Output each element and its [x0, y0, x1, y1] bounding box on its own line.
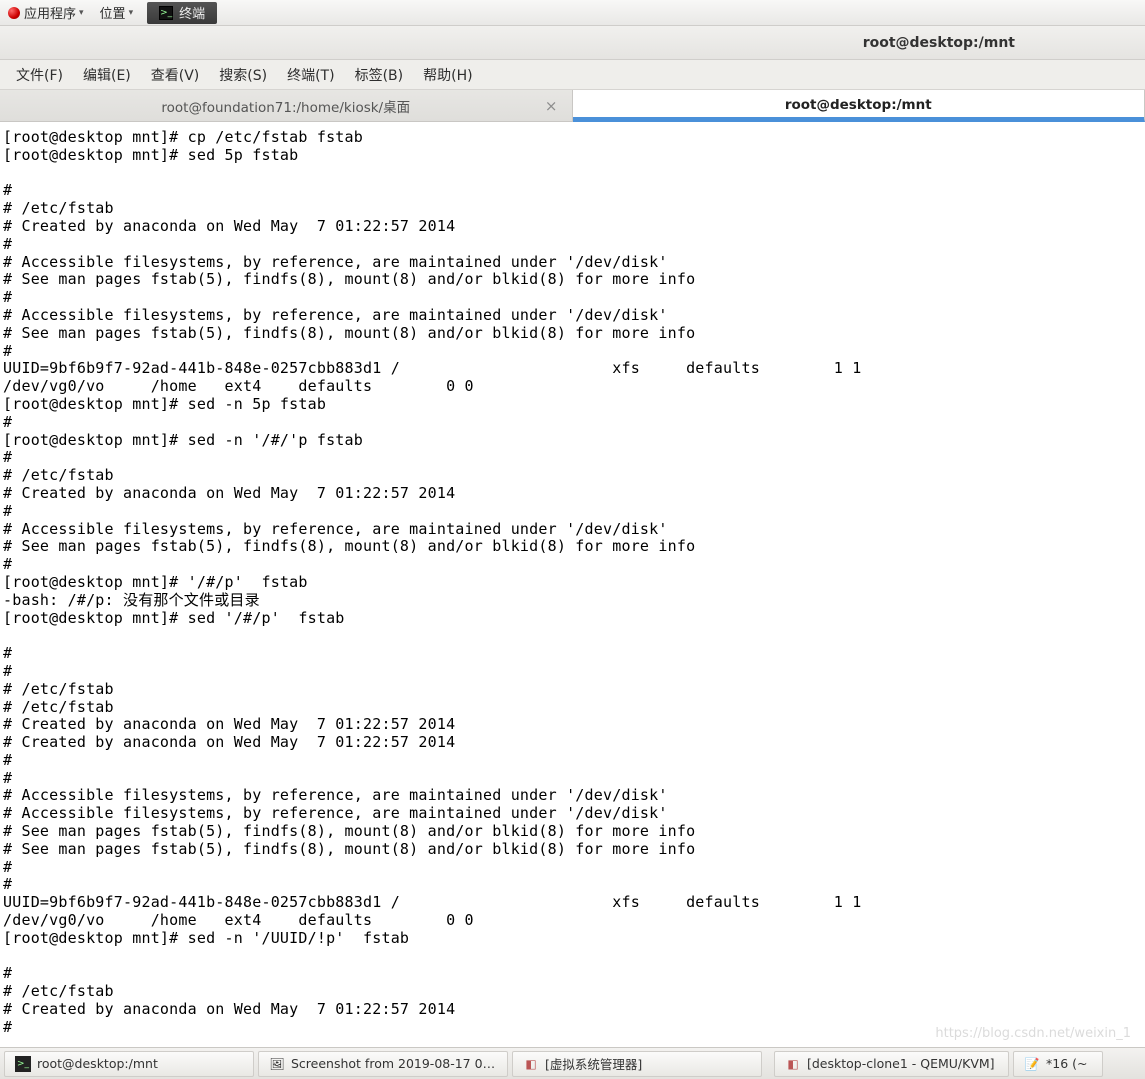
places-menu[interactable]: 位置 ▾ [92, 0, 142, 25]
menu-terminal[interactable]: 终端(T) [277, 65, 344, 85]
vm-icon: ◧ [523, 1056, 539, 1072]
menu-view[interactable]: 查看(V) [141, 65, 210, 85]
applications-menu[interactable]: 应用程序 ▾ [0, 0, 92, 25]
close-icon[interactable]: × [545, 97, 558, 115]
menu-edit[interactable]: 编辑(E) [73, 65, 141, 85]
gnome-bottom-panel: >_ root@desktop:/mnt 🖼 Screenshot from 2… [0, 1047, 1145, 1079]
panel-window-label: 终端 [179, 3, 205, 22]
menu-file[interactable]: 文件(F) [6, 65, 73, 85]
image-viewer-icon: 🖼 [269, 1056, 285, 1072]
terminal-output[interactable]: [root@desktop mnt]# cp /etc/fstab fstab … [0, 122, 1145, 1037]
panel-window-button[interactable]: >_ 终端 [147, 2, 217, 24]
window-titlebar[interactable]: root@desktop:/mnt [0, 26, 1145, 60]
vm-icon: ◧ [785, 1056, 801, 1072]
applications-label: 应用程序 [24, 3, 76, 22]
tab-desktop-mnt[interactable]: root@desktop:/mnt [573, 90, 1145, 122]
task-screenshot[interactable]: 🖼 Screenshot from 2019-08-17 0… [258, 1051, 508, 1077]
watermark-text: https://blog.csdn.net/weixin_1 [935, 1026, 1131, 1041]
task-vm-desktop-clone1[interactable]: ◧ [desktop-clone1 - QEMU/KVM] [774, 1051, 1009, 1077]
terminal-menubar: 文件(F) 编辑(E) 查看(V) 搜索(S) 终端(T) 标签(B) 帮助(H… [0, 60, 1145, 90]
menu-search[interactable]: 搜索(S) [209, 65, 277, 85]
chevron-down-icon: ▾ [79, 8, 84, 18]
task-virt-manager[interactable]: ◧ [虚拟系统管理器] [512, 1051, 762, 1077]
chevron-down-icon: ▾ [129, 8, 134, 18]
window-title: root@desktop:/mnt [863, 35, 1015, 51]
terminal-tabs: root@foundation71:/home/kiosk/桌面 × root@… [0, 90, 1145, 122]
text-editor-icon: 📝 [1024, 1056, 1040, 1072]
terminal-icon: >_ [15, 1056, 31, 1072]
menu-tabs[interactable]: 标签(B) [345, 65, 414, 85]
tab-label: root@foundation71:/home/kiosk/桌面 [161, 96, 410, 116]
menu-help[interactable]: 帮助(H) [413, 65, 482, 85]
task-label: [desktop-clone1 - QEMU/KVM] [807, 1056, 995, 1071]
terminal-icon: >_ [159, 6, 173, 20]
tab-label: root@desktop:/mnt [785, 97, 932, 113]
places-label: 位置 [100, 3, 126, 22]
task-label: root@desktop:/mnt [37, 1056, 158, 1071]
task-editor[interactable]: 📝 *16 (~ [1013, 1051, 1103, 1077]
redhat-icon [8, 7, 20, 19]
task-terminal[interactable]: >_ root@desktop:/mnt [4, 1051, 254, 1077]
gnome-top-panel: 应用程序 ▾ 位置 ▾ >_ 终端 [0, 0, 1145, 26]
task-label: [虚拟系统管理器] [545, 1054, 642, 1073]
task-label: Screenshot from 2019-08-17 0… [291, 1056, 495, 1071]
tab-foundation71[interactable]: root@foundation71:/home/kiosk/桌面 × [0, 90, 573, 122]
task-label: *16 (~ [1046, 1056, 1087, 1071]
